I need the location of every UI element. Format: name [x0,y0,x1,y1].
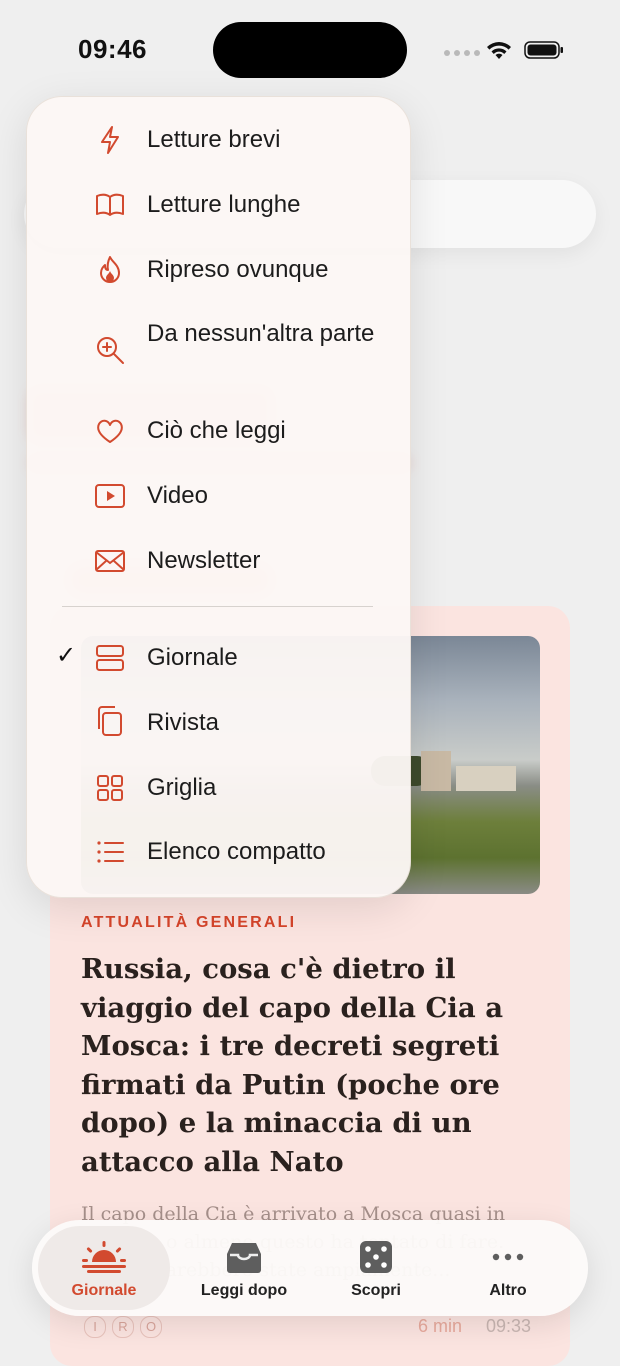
flame-icon [100,256,120,283]
menu-item-label: Ciò che leggi [147,417,286,444]
tab-label: Altro [489,1282,527,1299]
copy-icon [98,706,122,736]
publish-time: 09:33 [486,1316,532,1336]
menu-item-label: Letture brevi [147,126,281,153]
heart-icon [97,419,123,443]
more-icon [492,1253,524,1261]
tab-label: Scopri [351,1282,401,1299]
menu-item-label: Da nessun'altra parte [147,320,375,347]
bolt-icon [101,126,119,154]
article-category: ATTUALITÀ GENERALI [81,914,297,931]
article-headline[interactable]: Russia, cosa c'è dietro il viaggio del c… [81,950,521,1182]
menu-item-label: Rivista [147,709,220,736]
tag-badge: I [84,1316,106,1338]
article-tags: I R O [84,1316,162,1338]
tag-badge: R [112,1316,134,1338]
rows-icon [96,645,124,671]
tab-altro[interactable]: Altro [442,1226,574,1310]
zoom-plus-icon [97,337,124,364]
tab-giornale[interactable]: Giornale [38,1226,170,1310]
menu-item-label: Letture lunghe [147,191,301,218]
tab-leggi-dopo[interactable]: Leggi dopo [178,1226,310,1310]
read-time: 6 min [418,1316,463,1336]
tab-label: Giornale [71,1282,137,1299]
menu-item-label: Video [147,482,208,509]
menu-divider [62,606,373,607]
checkmark-icon: ✓ [56,642,77,669]
book-icon [96,193,124,216]
tab-label: Leggi dopo [200,1282,288,1299]
play-icon [95,484,125,508]
envelope-icon [95,550,125,572]
tag-badge: O [140,1316,162,1338]
menu-item-label: Giornale [147,644,238,671]
list-icon [97,841,124,863]
menu-item-label: Elenco compatto [147,838,326,865]
inbox-icon [227,1243,261,1273]
menu-item-label: Newsletter [147,547,261,574]
dice-icon [360,1241,392,1273]
sunrise-icon [82,1241,126,1273]
tab-scopri[interactable]: Scopri [310,1226,442,1310]
menu-item-label: Griglia [147,774,217,801]
menu-item-label: Ripreso ovunque [147,256,329,283]
grid-icon [97,775,123,801]
